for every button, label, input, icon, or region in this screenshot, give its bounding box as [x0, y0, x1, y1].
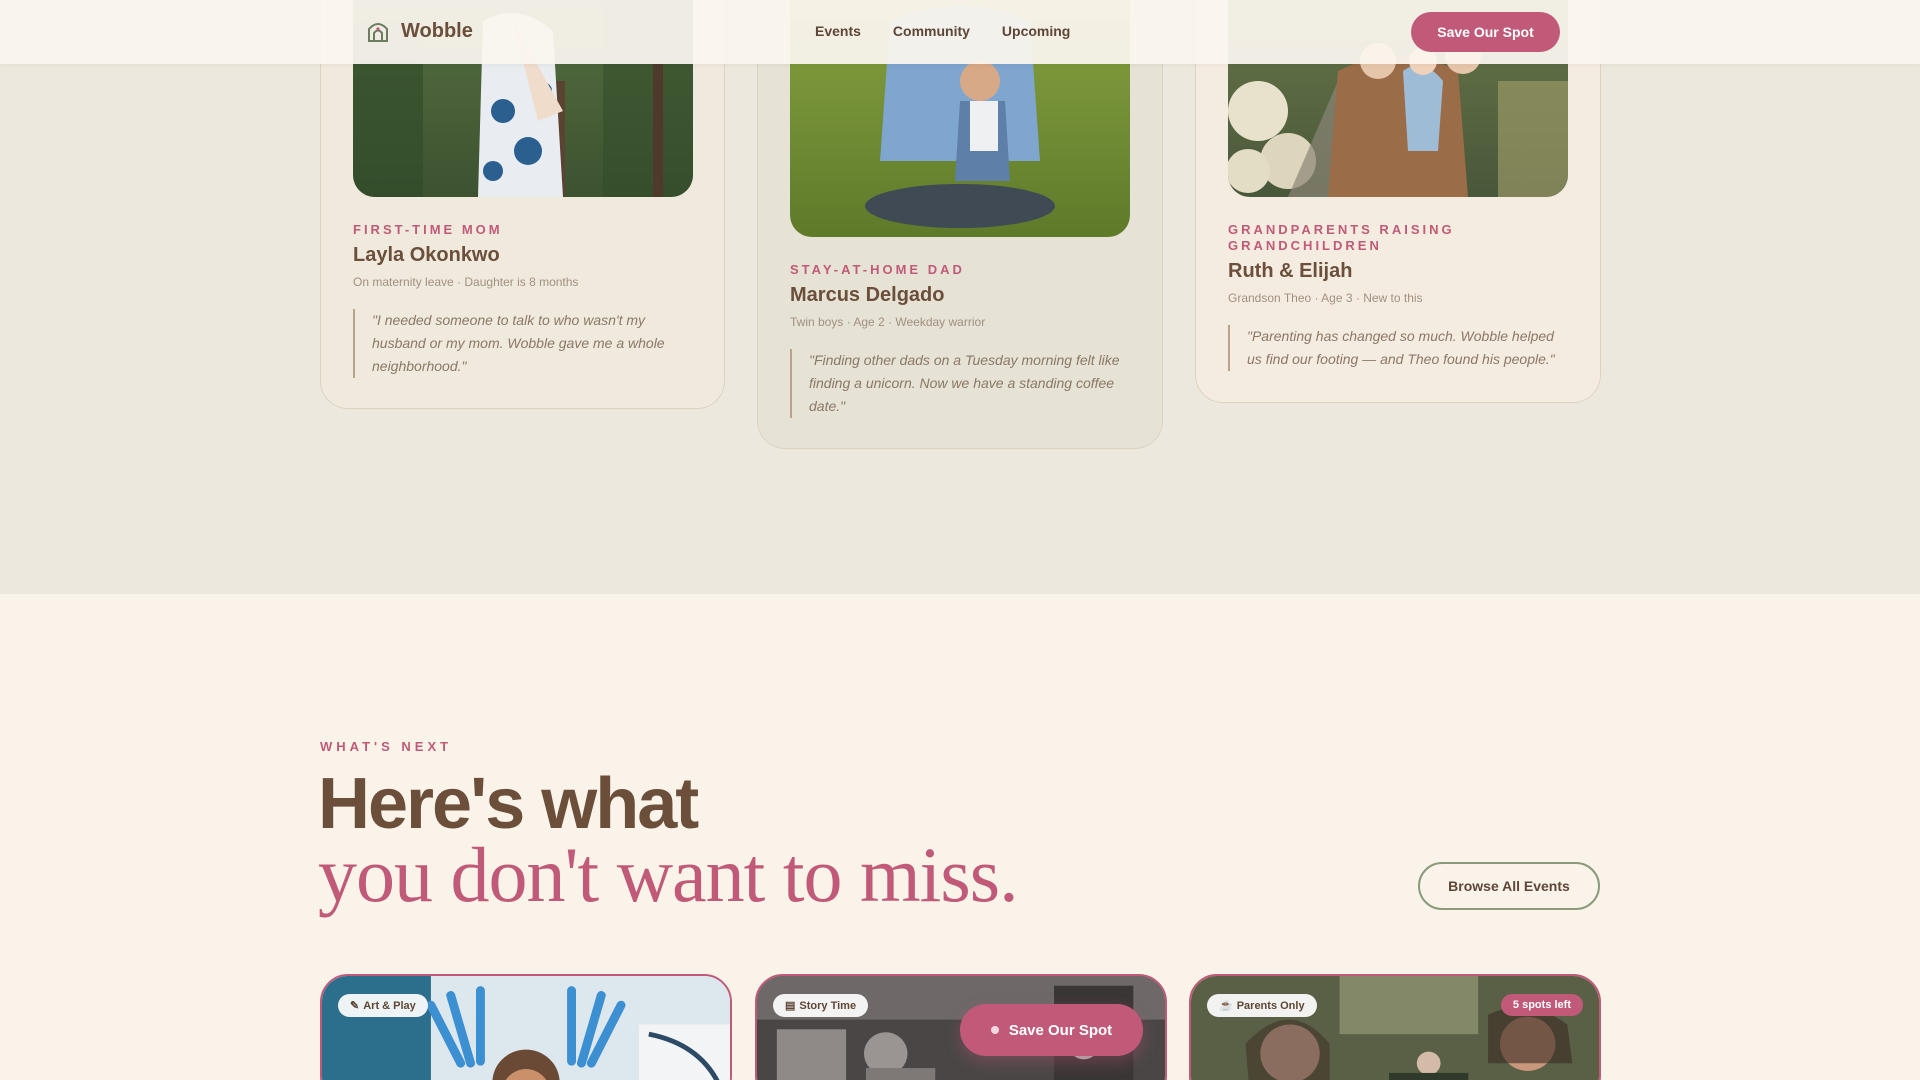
testimonial-tag: FIRST-TIME MOM — [353, 222, 503, 237]
testimonial-meta: Grandson Theo · Age 3 · New to this — [1228, 291, 1423, 305]
testimonial-tag: GRANDPARENTS RAISING GRANDCHILDREN — [1228, 222, 1455, 253]
spots-left-badge: 5 spots left — [1500, 994, 1583, 1016]
section-heading-accent: you don't want to miss. — [318, 831, 1019, 918]
palette-icon: ✎ — [350, 1000, 360, 1012]
testimonial-quote: "Parenting has changed so much. Wobble h… — [1228, 325, 1568, 371]
nav-link-events[interactable]: Events — [815, 23, 861, 39]
testimonial-meta: On maternity leave · Daughter is 8 month… — [353, 275, 579, 289]
event-category-pill: ✎ Art & Play — [338, 994, 428, 1017]
event-card[interactable]: ✎ Art & Play — [320, 974, 732, 1080]
dot-icon — [990, 1026, 999, 1034]
nav-links: Events Community Upcoming — [815, 23, 1070, 39]
testimonials-section: FIRST-TIME MOM Layla Okonkwo On maternit… — [0, 0, 1920, 594]
save-spot-button[interactable]: Save Our Spot — [1411, 12, 1560, 52]
testimonial-meta: Twin boys · Age 2 · Weekday warrior — [790, 315, 986, 329]
event-category-pill: ☕ Parents Only — [1207, 994, 1317, 1017]
testimonial-name: Layla Okonkwo — [353, 244, 500, 266]
floating-save-spot-label: Save Our Spot — [1008, 1021, 1113, 1039]
testimonial-name: Ruth & Elijah — [1228, 260, 1353, 282]
book-icon: ▤ — [785, 1000, 796, 1012]
testimonial-quote: "I needed someone to talk to who wasn't … — [353, 309, 693, 378]
event-card[interactable]: ☕ Parents Only 5 spots left — [1189, 974, 1601, 1080]
nav-link-community[interactable]: Community — [893, 23, 970, 39]
testimonial-card: STAY-AT-HOME DAD Marcus Delgado Twin boy… — [757, 0, 1163, 449]
testimonial-tag: STAY-AT-HOME DAD — [790, 262, 965, 277]
testimonial-quote: "Finding other dads on a Tuesday morning… — [790, 349, 1130, 418]
house-arch-icon — [368, 23, 388, 42]
floating-save-spot-button[interactable]: Save Our Spot — [960, 1004, 1143, 1056]
testimonial-name: Marcus Delgado — [790, 284, 945, 306]
section-kicker: WHAT'S NEXT — [320, 739, 453, 754]
event-category-pill: ▤ Story Time — [773, 994, 869, 1017]
brand-logo[interactable]: Wobble — [367, 19, 473, 43]
top-nav: Wobble Events Community Upcoming Save Ou… — [0, 0, 1920, 64]
coffee-icon: ☕ — [1219, 1000, 1233, 1012]
nav-link-upcoming[interactable]: Upcoming — [1002, 23, 1070, 39]
browse-all-events-button[interactable]: Browse All Events — [1418, 862, 1600, 910]
brand-name: Wobble — [401, 19, 473, 42]
